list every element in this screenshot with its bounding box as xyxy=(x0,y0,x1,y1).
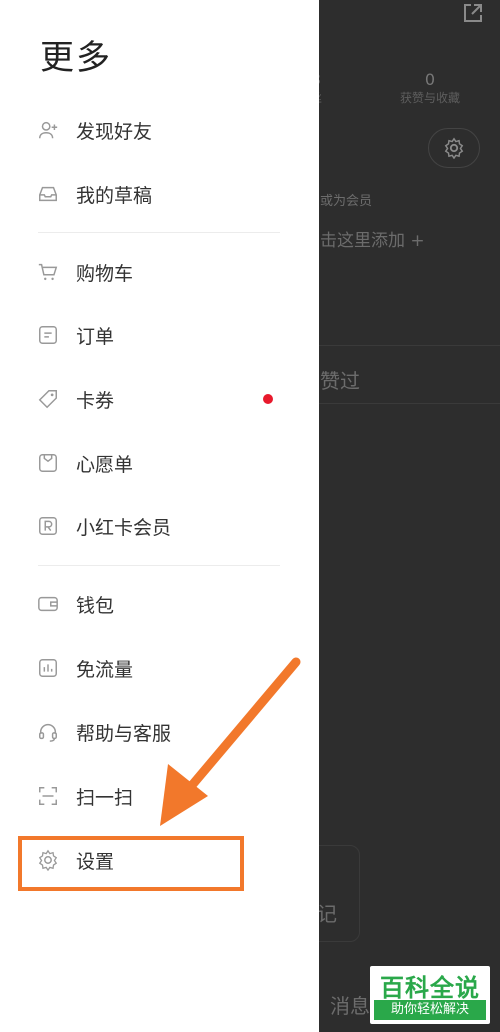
share-icon[interactable] xyxy=(462,2,484,24)
menu-item-scan[interactable]: 扫一扫 xyxy=(36,776,286,816)
watermark-logo: 百科全说 助你轻松解决 xyxy=(370,966,490,1024)
menu-item-free-data[interactable]: 免流量 xyxy=(36,648,286,688)
add-text[interactable]: 击这里添加 + xyxy=(320,226,425,251)
liked-tab[interactable]: 赞过 xyxy=(320,365,360,394)
menu-item-wallet[interactable]: 钱包 xyxy=(36,584,286,624)
scan-icon xyxy=(36,784,60,808)
notification-dot xyxy=(263,394,273,404)
menu-item-drafts[interactable]: 我的草稿 xyxy=(36,174,286,214)
menu-item-label: 卡券 xyxy=(76,389,115,412)
add-person-icon xyxy=(36,118,60,142)
menu-item-help[interactable]: 帮助与客服 xyxy=(36,712,286,752)
headset-icon xyxy=(36,720,60,744)
menu-item-find-friends[interactable]: 发现好友 xyxy=(36,110,286,150)
highlight-box xyxy=(18,836,244,891)
menu-item-label: 发现好友 xyxy=(76,120,153,143)
watermark-title: 百科全说 xyxy=(380,974,480,1002)
menu-item-label: 小红卡会员 xyxy=(76,516,172,539)
tag-icon xyxy=(36,387,60,411)
likes-label: 获赞与收藏 xyxy=(399,91,460,105)
menu-item-red-card[interactable]: 小红卡会员 xyxy=(36,506,286,546)
note-text: 记 xyxy=(317,902,337,926)
member-text: 或为会员 xyxy=(320,194,373,209)
menu-item-label: 帮助与客服 xyxy=(76,722,172,745)
likes-count: 0 xyxy=(424,70,436,89)
menu-item-label: 心愿单 xyxy=(76,453,134,476)
menu-item-wishlist[interactable]: 心愿单 xyxy=(36,443,286,483)
menu-item-label: 扫一扫 xyxy=(76,786,134,809)
order-icon xyxy=(36,323,60,347)
settings-button-bg[interactable] xyxy=(428,128,480,168)
divider xyxy=(38,565,280,566)
menu-item-label: 钱包 xyxy=(76,594,115,617)
menu-item-coupons[interactable]: 卡券 xyxy=(36,379,286,419)
menu-item-label: 免流量 xyxy=(76,658,134,681)
inbox-icon xyxy=(36,182,60,206)
divider xyxy=(38,232,280,233)
menu-item-cart[interactable]: 购物车 xyxy=(36,252,286,292)
wishlist-icon xyxy=(36,451,60,475)
wallet-icon xyxy=(36,592,60,616)
watermark-subtitle: 助你轻松解决 xyxy=(374,1000,486,1020)
menu-item-label: 购物车 xyxy=(76,262,134,285)
gear-icon xyxy=(444,137,464,159)
menu-item-label: 订单 xyxy=(76,325,115,348)
r-badge-icon xyxy=(36,514,60,538)
data-chart-icon xyxy=(36,656,60,680)
messages-tab[interactable]: 消息 xyxy=(330,990,370,1019)
drawer-title: 更多 xyxy=(40,38,112,78)
menu-item-orders[interactable]: 订单 xyxy=(36,315,286,355)
cart-icon xyxy=(36,260,60,284)
menu-item-label: 我的草稿 xyxy=(76,184,153,207)
